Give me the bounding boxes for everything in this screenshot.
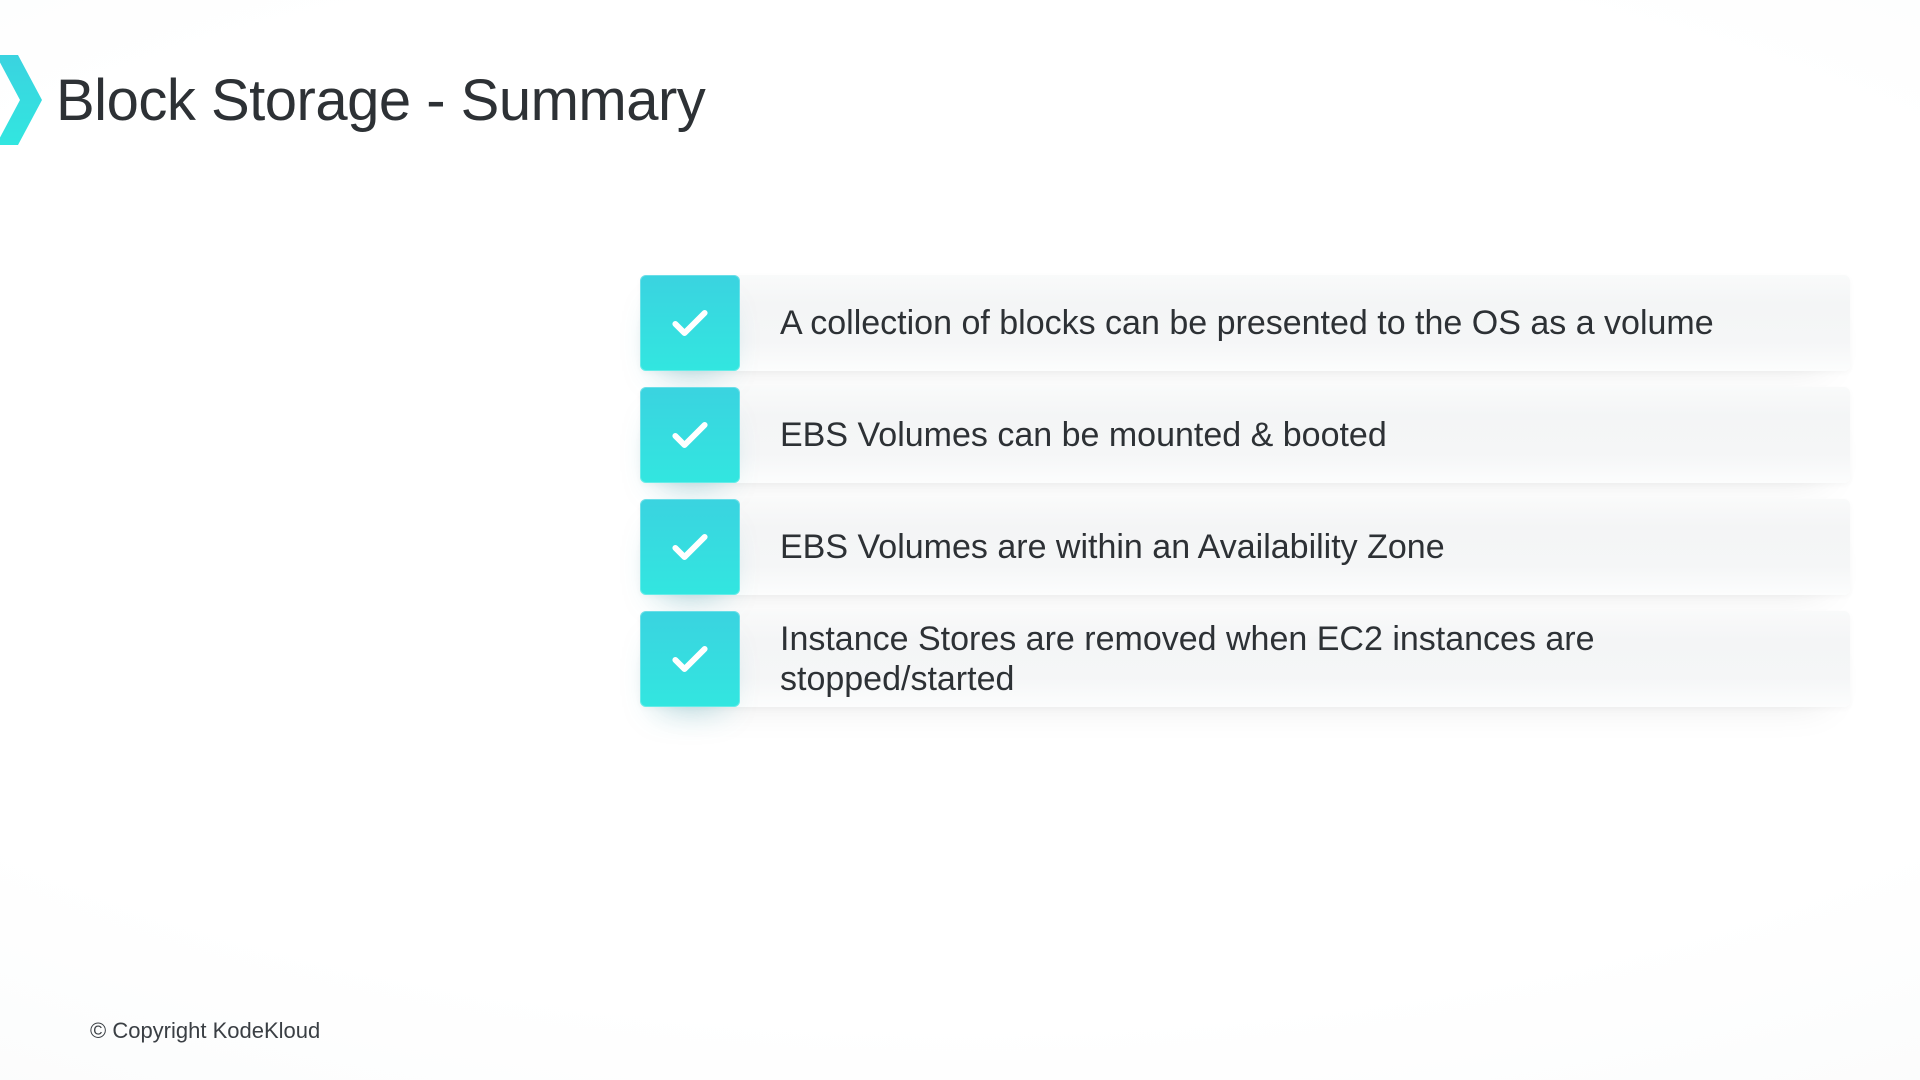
list-item-label: Instance Stores are removed when EC2 ins…	[740, 619, 1850, 699]
check-icon	[668, 413, 712, 457]
check-chip	[640, 611, 740, 707]
list-item: EBS Volumes can be mounted & booted	[640, 387, 1850, 483]
title-row: Block Storage - Summary	[0, 55, 705, 145]
check-chip	[640, 499, 740, 595]
list-item-label: EBS Volumes are within an Availability Z…	[740, 527, 1475, 567]
check-chip	[640, 387, 740, 483]
copyright-text: © Copyright KodeKloud	[90, 1018, 320, 1044]
list-item: A collection of blocks can be presented …	[640, 275, 1850, 371]
check-icon	[668, 637, 712, 681]
chevron-right-icon	[0, 55, 42, 145]
check-chip	[640, 275, 740, 371]
page-title: Block Storage - Summary	[56, 67, 705, 134]
list-item-label: EBS Volumes can be mounted & booted	[740, 415, 1417, 455]
summary-list: A collection of blocks can be presented …	[640, 275, 1850, 723]
list-item-label: A collection of blocks can be presented …	[740, 303, 1744, 343]
check-icon	[668, 525, 712, 569]
list-item: Instance Stores are removed when EC2 ins…	[640, 611, 1850, 707]
check-icon	[668, 301, 712, 345]
list-item: EBS Volumes are within an Availability Z…	[640, 499, 1850, 595]
